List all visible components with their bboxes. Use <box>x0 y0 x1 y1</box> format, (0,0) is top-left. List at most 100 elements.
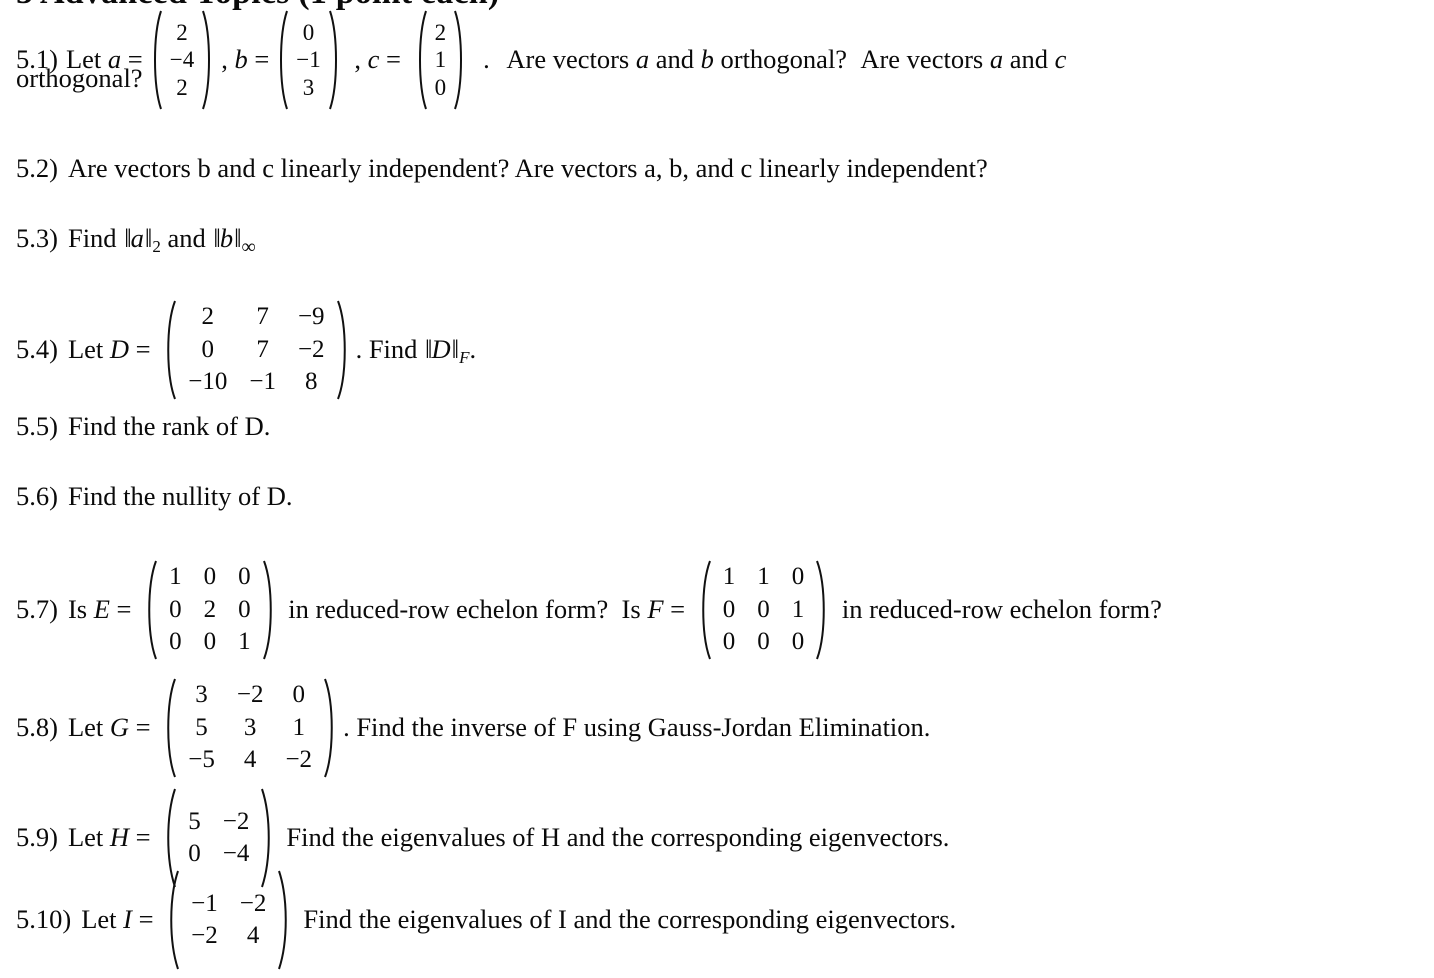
left-paren-icon <box>163 678 177 778</box>
norm-a-subscript: 2 <box>152 237 161 256</box>
problem-5-7-lead: Is <box>67 594 94 625</box>
matrix-g-1-0: 5 <box>195 713 208 741</box>
problem-5-1: 5.1) Let a = 2 −4 2 , b = 0 −1 3 , c = 2… <box>16 10 1066 110</box>
question-1-a: a <box>635 44 650 75</box>
norm-d: ‖ D ‖ F <box>424 333 469 367</box>
matrix-d-2-1: −1 <box>249 368 276 396</box>
problem-5-10-lead: Let <box>81 904 124 935</box>
matrix-d-1-2: −2 <box>297 335 325 363</box>
matrix-g-2-1: 4 <box>243 746 257 774</box>
matrix-i-0-1: −2 <box>239 889 267 917</box>
right-paren-icon <box>328 10 342 110</box>
problem-5-3: 5.3) Find ‖ a ‖ 2 and ‖ b ‖ ∞ <box>16 222 256 258</box>
problem-5-4-tail-post: . <box>469 334 477 365</box>
matrix-f-label: F <box>647 594 664 625</box>
matrix-g-0-1: −2 <box>236 681 264 709</box>
matrix-e-1-0: 0 <box>169 595 182 623</box>
question-2-a: a <box>989 44 1004 75</box>
vector-b-label: b <box>234 44 248 75</box>
problem-5-3-number: 5.3) <box>16 223 58 253</box>
matrix-f-0-1: 1 <box>757 563 770 591</box>
matrix-e-0-2: 0 <box>238 563 251 591</box>
matrix-e-0-0: 1 <box>169 563 182 591</box>
matrix-h-1-1: −4 <box>222 840 250 867</box>
left-paren-icon <box>275 10 289 110</box>
matrix-f-2-1: 0 <box>757 628 770 656</box>
vector-b-1: −1 <box>296 47 321 73</box>
left-paren-icon <box>698 560 712 660</box>
norm-a: ‖ a ‖ 2 <box>123 222 161 256</box>
problem-5-2-text: Are vectors b and c linearly independent… <box>67 153 988 183</box>
matrix-h-1-0: 0 <box>188 840 201 867</box>
matrix-f-1-0: 0 <box>722 595 736 623</box>
equals-sign-c: = <box>379 44 408 75</box>
left-paren-icon <box>144 560 158 660</box>
norm-b-subscript: ∞ <box>241 236 256 258</box>
matrix-d-0-1: 7 <box>256 303 269 331</box>
matrix-f-2-0: 0 <box>722 628 736 656</box>
matrix-g: 3 −2 0 5 3 1 −5 4 −2 <box>163 678 337 778</box>
matrix-e-label: E <box>93 594 110 625</box>
matrix-e-0-1: 0 <box>203 563 217 591</box>
left-paren-icon <box>166 870 180 970</box>
left-paren-icon <box>149 10 163 110</box>
right-paren-icon <box>323 678 337 778</box>
matrix-g-2-2: −2 <box>285 746 313 774</box>
problem-5-10-tail: Find the eigenvalues of I and the corres… <box>303 904 957 935</box>
matrix-e-2-1: 0 <box>203 628 217 656</box>
matrix-d-2-2: 8 <box>305 368 318 396</box>
matrix-h-label: H <box>109 822 130 853</box>
matrix-d-0-2: −9 <box>297 303 325 331</box>
matrix-g-0-2: 0 <box>292 681 306 709</box>
vector-c-0: 2 <box>434 19 447 45</box>
matrix-d-2-0: −10 <box>188 368 228 396</box>
vector-a-1: −4 <box>169 47 195 73</box>
vector-c-2: 0 <box>434 74 447 100</box>
equals-sign-d: = <box>129 334 158 365</box>
matrix-g-1-1: 3 <box>243 713 257 741</box>
norm-d-var: D <box>431 334 451 365</box>
matrix-g-label: G <box>109 712 130 743</box>
comma-b: , <box>221 44 235 75</box>
vector-a-matrix: 2 −4 2 <box>149 10 215 110</box>
problem-5-8-number: 5.8) <box>16 712 58 743</box>
matrix-e-2-2: 1 <box>238 628 251 656</box>
right-paren-icon <box>201 10 215 110</box>
left-paren-icon <box>163 300 177 400</box>
right-paren-icon <box>453 10 467 110</box>
problem-5-2-number: 5.2) <box>16 153 58 183</box>
right-paren-icon <box>277 870 291 970</box>
matrix-h-0-0: 5 <box>188 807 201 835</box>
matrix-f-1-2: 1 <box>791 595 805 623</box>
matrix-d-0-0: 2 <box>201 303 215 331</box>
matrix-f-1-1: 0 <box>757 595 770 623</box>
matrix-g-0-0: 3 <box>195 681 208 709</box>
problem-5-3-find: Find <box>67 223 124 253</box>
matrix-f: 1 1 0 0 0 1 0 0 0 <box>698 560 830 660</box>
matrix-d-1-0: 0 <box>201 335 215 363</box>
problem-5-5: 5.5) Find the rank of D. <box>16 410 270 444</box>
norm-bars-right: ‖ <box>234 223 242 253</box>
norm-bars-left: ‖ <box>124 223 132 253</box>
problem-5-7: 5.7) Is E = 1 0 0 0 2 0 0 0 1 in reduced… <box>16 560 1162 660</box>
matrix-i-0-0: −1 <box>191 889 218 917</box>
matrix-i: −1 −2 −2 4 <box>166 870 291 970</box>
matrix-g-1-2: 1 <box>292 713 306 741</box>
problem-5-8: 5.8) Let G = 3 −2 0 5 3 1 −5 4 −2 . Find… <box>16 678 930 778</box>
problem-5-3-and: and <box>160 223 213 253</box>
matrix-h-0-1: −2 <box>222 807 250 835</box>
matrix-f-0-0: 1 <box>722 563 736 591</box>
question-1-post: orthogonal? <box>713 44 861 75</box>
norm-b: ‖ b ‖ ∞ <box>212 222 255 258</box>
period-after-vectors: . <box>483 44 497 75</box>
matrix-i-1-0: −2 <box>191 922 218 949</box>
matrix-d-label: D <box>109 334 130 365</box>
problem-5-4-tail-pre: . Find <box>355 334 425 365</box>
problem-5-4-lead: Let <box>67 334 110 365</box>
problem-5-8-lead: Let <box>67 712 110 743</box>
problem-5-7-tail: in reduced-row echelon form? <box>835 594 1162 625</box>
problem-5-10: 5.10) Let I = −1 −2 −2 4 Find the eigenv… <box>16 870 956 970</box>
matrix-f-0-2: 0 <box>791 563 805 591</box>
right-paren-icon <box>262 560 276 660</box>
norm-a-var: a <box>130 223 144 253</box>
